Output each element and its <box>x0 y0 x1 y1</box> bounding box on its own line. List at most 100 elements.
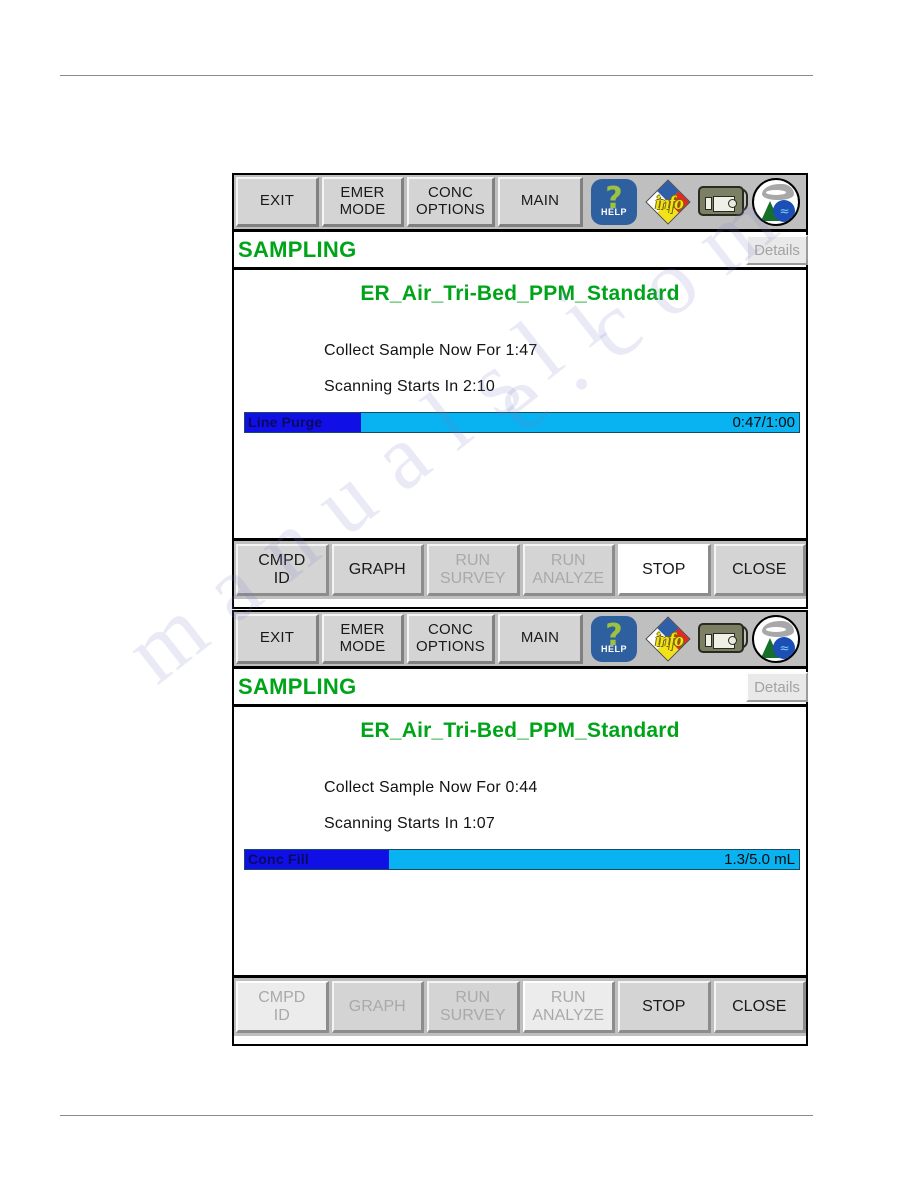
device-keypad <box>705 634 712 647</box>
details-button-1[interactable]: Details <box>746 235 808 265</box>
screen-body-1: ER_Air_Tri-Bed_PPM_Standard Collect Samp… <box>234 270 806 541</box>
button-close-label-2: CLOSE <box>732 997 787 1015</box>
handheld-device-icon <box>696 182 748 222</box>
smoke-icon <box>762 184 794 200</box>
device-knob <box>728 636 737 645</box>
button-cmpd-id-line1-1: CMPD <box>258 551 306 569</box>
toolbar-button-main-label-1: MAIN <box>520 192 560 210</box>
button-run-analyze-2: RUN ANALYZE <box>522 981 615 1033</box>
button-close-1[interactable]: CLOSE <box>713 544 806 596</box>
toolbar-button-main-label-2: MAIN <box>520 629 560 647</box>
environment-icon-button-2[interactable]: ≈ <box>750 614 802 664</box>
button-run-survey-1: RUN SURVEY <box>427 544 520 596</box>
button-stop-1[interactable]: STOP <box>618 544 711 596</box>
toolbar-button-emer-mode-line1-2: EMER <box>340 621 385 639</box>
help-icon-label: HELP <box>600 207 627 217</box>
toolbar-button-exit-label-1: EXIT <box>259 192 295 210</box>
handheld-device-icon-button-1[interactable] <box>696 177 748 227</box>
button-run-survey-line2-1: SURVEY <box>439 569 506 587</box>
button-cmpd-id-2: CMPD ID <box>236 981 329 1033</box>
button-close-label-1: CLOSE <box>732 560 787 578</box>
handheld-device-icon-button-2[interactable] <box>696 614 748 664</box>
environment-circle: ≈ <box>752 178 800 226</box>
page-header-rule <box>60 75 813 76</box>
device-body <box>698 623 744 653</box>
toolbar-button-conc-options-2[interactable]: CONC OPTIONS <box>407 614 495 664</box>
environment-icon: ≈ <box>750 614 802 664</box>
water-icon: ≈ <box>773 637 795 659</box>
button-run-survey-line1-1: RUN <box>455 551 491 569</box>
status-line-scanning-1: Scanning Starts In 2:10 <box>324 378 495 395</box>
run-method-title-2: ER_Air_Tri-Bed_PPM_Standard <box>360 719 680 742</box>
button-cmpd-id-line2-1: ID <box>273 569 290 587</box>
details-button-label-1: Details <box>754 241 800 259</box>
environment-icon: ≈ <box>750 177 802 227</box>
button-run-analyze-line1-2: RUN <box>550 988 586 1006</box>
toolbar-button-exit-2[interactable]: EXIT <box>236 614 319 664</box>
button-run-survey-line1-2: RUN <box>455 988 491 1006</box>
status-line-scanning-2: Scanning Starts In 1:07 <box>324 815 495 832</box>
button-run-analyze-line2-2: ANALYZE <box>532 1006 605 1024</box>
toolbar-icon-group-2: ? HELP info ≈ <box>586 614 806 664</box>
toolbar-button-conc-options-line1-1: CONC <box>428 184 473 202</box>
button-cmpd-id-line1-2: CMPD <box>258 988 306 1006</box>
toolbar-button-conc-options-1[interactable]: CONC OPTIONS <box>407 177 495 227</box>
info-icon-button-1[interactable]: info <box>642 177 694 227</box>
progress-bar-label-1: Line Purge <box>248 414 323 430</box>
toolbar-button-exit-1[interactable]: EXIT <box>236 177 319 227</box>
toolbar-button-main-2[interactable]: MAIN <box>498 614 583 664</box>
button-run-survey-2: RUN SURVEY <box>427 981 520 1033</box>
environment-circle: ≈ <box>752 615 800 663</box>
toolbar-button-conc-options-line2-2: OPTIONS <box>416 637 485 655</box>
page-footer-rule <box>60 1115 813 1116</box>
run-method-title-1: ER_Air_Tri-Bed_PPM_Standard <box>360 282 680 305</box>
details-button-2[interactable]: Details <box>746 672 808 702</box>
help-icon: ? HELP <box>591 616 637 662</box>
device-knob <box>728 199 737 208</box>
environment-icon-button-1[interactable]: ≈ <box>750 177 802 227</box>
toolbar-button-main-1[interactable]: MAIN <box>498 177 583 227</box>
button-stop-label-1: STOP <box>642 560 686 578</box>
mode-label-1: SAMPLING <box>238 236 357 262</box>
progress-bar-1: Line Purge 0:47/1:00 <box>244 412 800 433</box>
toolbar-button-conc-options-line1-2: CONC <box>428 621 473 639</box>
water-icon: ≈ <box>773 200 795 222</box>
info-icon-label: info <box>655 193 684 214</box>
bottom-button-bar-2: CMPD ID GRAPH RUN SURVEY RUN ANALYZE STO… <box>234 978 806 1036</box>
mode-label-2: SAMPLING <box>238 673 357 699</box>
help-icon-button-2[interactable]: ? HELP <box>588 614 640 664</box>
device-keypad <box>705 197 712 210</box>
button-stop-label-2: STOP <box>642 997 686 1015</box>
help-icon-button-1[interactable]: ? HELP <box>588 177 640 227</box>
info-icon-button-2[interactable]: info <box>642 614 694 664</box>
toolbar-button-conc-options-line2-1: OPTIONS <box>416 200 485 218</box>
toolbar-button-emer-mode-line1-1: EMER <box>340 184 385 202</box>
button-run-analyze-line1-1: RUN <box>550 551 586 569</box>
status-line-collect-1: Collect Sample Now For 1:47 <box>324 342 538 359</box>
smoke-icon <box>762 621 794 637</box>
info-icon: info <box>643 177 693 227</box>
instrument-screen-2: EXIT EMER MODE CONC OPTIONS MAIN ? HELP <box>232 610 808 1046</box>
info-icon: info <box>643 614 693 664</box>
button-close-2[interactable]: CLOSE <box>713 981 806 1033</box>
progress-bar-2: Conc Fill 1.3/5.0 mL <box>244 849 800 870</box>
info-icon-label: info <box>655 630 684 651</box>
button-run-survey-line2-2: SURVEY <box>439 1006 506 1024</box>
device-body <box>698 186 744 216</box>
bottom-button-bar-1: CMPD ID GRAPH RUN SURVEY RUN ANALYZE STO… <box>234 541 806 599</box>
help-icon-question-mark: ? <box>605 618 623 653</box>
screen-body-2: ER_Air_Tri-Bed_PPM_Standard Collect Samp… <box>234 707 806 978</box>
toolbar-button-emer-mode-1[interactable]: EMER MODE <box>322 177 404 227</box>
button-cmpd-id-line2-2: ID <box>273 1006 290 1024</box>
button-graph-label-2: GRAPH <box>348 997 406 1015</box>
toolbar-button-emer-mode-2[interactable]: EMER MODE <box>322 614 404 664</box>
toolbar-icon-group-1: ? HELP info ≈ <box>586 177 806 227</box>
button-graph-1[interactable]: GRAPH <box>331 544 424 596</box>
help-icon-question-mark: ? <box>605 181 623 216</box>
button-graph-label-1: GRAPH <box>348 560 406 578</box>
button-stop-2[interactable]: STOP <box>618 981 711 1033</box>
button-cmpd-id-1[interactable]: CMPD ID <box>236 544 329 596</box>
toolbar-button-emer-mode-line2-2: MODE <box>339 637 386 655</box>
details-button-label-2: Details <box>754 678 800 696</box>
toolbar-button-emer-mode-line2-1: MODE <box>339 200 386 218</box>
